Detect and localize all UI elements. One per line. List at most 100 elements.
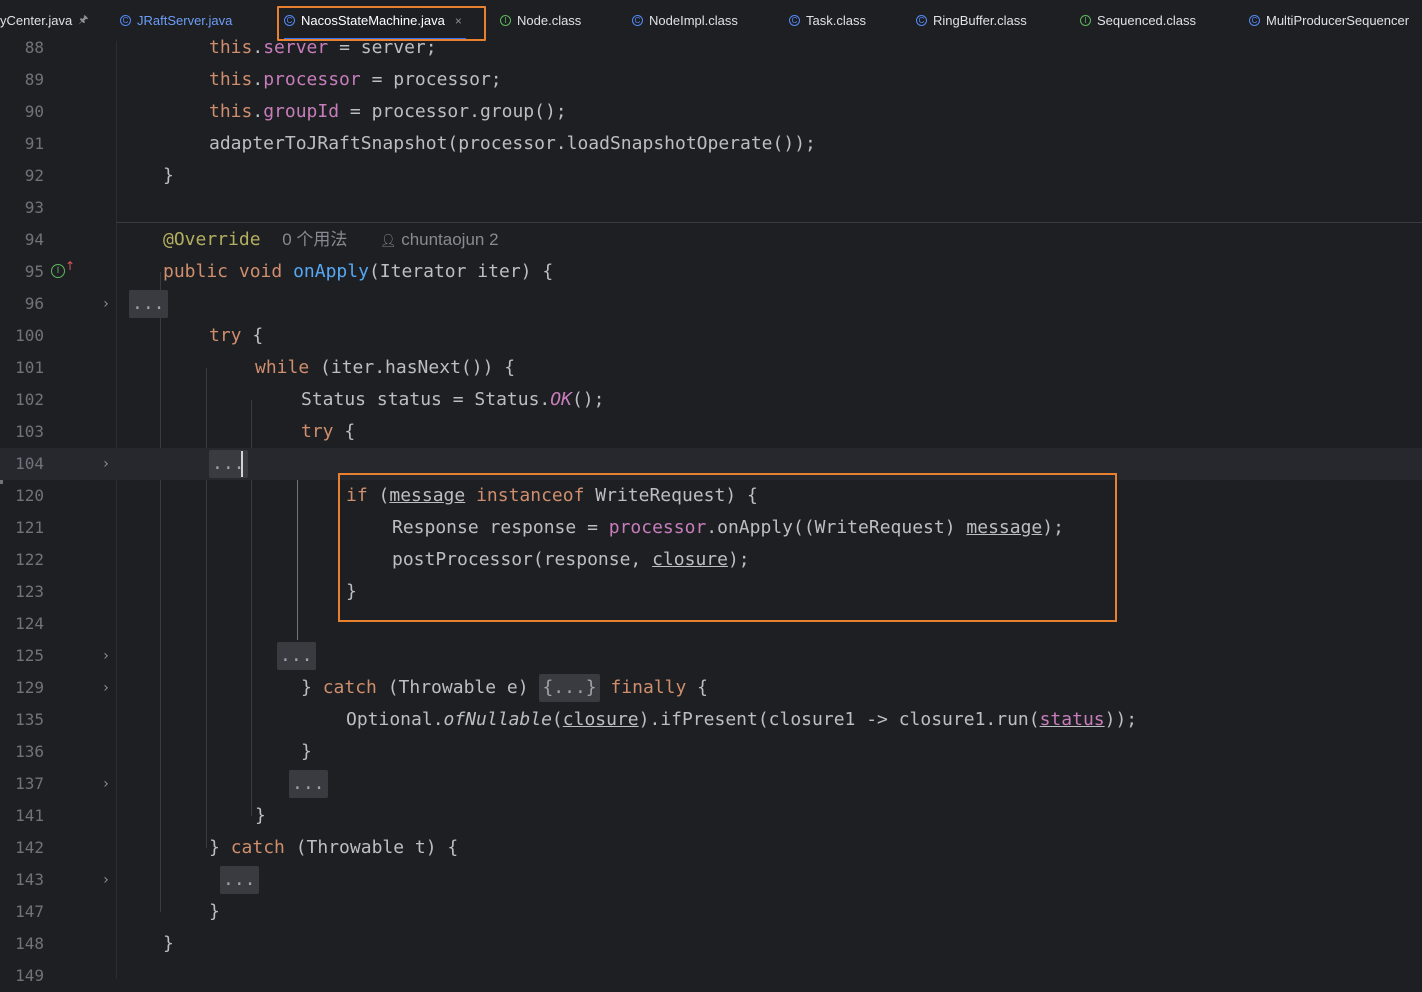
keyword: while	[255, 357, 310, 378]
author-hint[interactable]: 👤︎ chuntaojun 2	[380, 230, 499, 249]
class-icon: C	[789, 15, 800, 26]
interface-icon: I	[500, 15, 511, 26]
tab-label: NacosStateMachine.java	[301, 13, 445, 28]
static-field: OK	[550, 389, 572, 410]
code-text: @Override 0 个用法 👤︎ chuntaojun 2	[163, 224, 499, 256]
code-text: Optional.ofNullable(closure).ifPresent(c…	[346, 704, 1137, 736]
line-number: 89	[24, 70, 44, 89]
code-line: 92 }	[0, 160, 1422, 192]
line-number: 142	[15, 838, 44, 857]
code-fragment: (	[551, 709, 563, 730]
usages-hint[interactable]: 0 个用法	[282, 230, 347, 249]
line-number: 90	[24, 102, 44, 121]
code-text: } catch (Throwable t) {	[209, 832, 458, 864]
code-fragment: ));	[1104, 709, 1138, 730]
code-line: 100 try {	[0, 320, 1422, 352]
code-line: 90 this.groupId = processor.group();	[0, 96, 1422, 128]
keyword: public	[163, 261, 229, 282]
keyword: if	[346, 485, 368, 506]
fold-placeholder[interactable]: ...	[277, 642, 316, 670]
tab-label: Sequenced.class	[1097, 13, 1197, 28]
class-icon: C	[1249, 15, 1260, 26]
class-icon: C	[916, 15, 927, 26]
field: processor	[263, 69, 361, 90]
code-line: 101 while (iter.hasNext()) {	[0, 352, 1422, 384]
fold-placeholder[interactable]: ...	[129, 290, 168, 318]
line-number: 94	[24, 230, 44, 249]
code-text: ...	[220, 864, 259, 896]
tab-label: NodeImpl.class	[649, 13, 738, 28]
code-text: ...	[289, 768, 328, 800]
code-fragment: (iter.hasNext()) {	[309, 357, 516, 378]
code-text: ...	[277, 640, 316, 672]
code-line: 137 › ...	[0, 768, 1422, 800]
fold-placeholder[interactable]: ...	[289, 770, 328, 798]
close-icon[interactable]: ×	[455, 14, 462, 28]
line-number: 121	[15, 518, 44, 537]
line-number: 93	[24, 198, 44, 217]
fold-placeholder[interactable]: ...	[220, 866, 259, 894]
code-text: this.processor = processor;	[209, 69, 502, 90]
code-text: this.groupId = processor.group();	[209, 101, 567, 122]
line-number: 136	[15, 742, 44, 761]
code-text: adapterToJRaftSnapshot(processor.loadSna…	[209, 133, 816, 154]
code-fragment: postProcessor(response,	[392, 549, 653, 570]
line-number: 124	[15, 614, 44, 633]
line-number: 125	[15, 646, 44, 665]
chevron-right-icon[interactable]: ›	[100, 768, 112, 800]
code-text: }	[163, 933, 174, 954]
line-number: 149	[15, 966, 44, 985]
code-line: 124	[0, 608, 1422, 640]
code-text: }	[163, 165, 174, 186]
line-number: 100	[15, 326, 44, 345]
code-text: if (message instanceof WriteRequest) {	[346, 480, 758, 512]
code-line: 93	[0, 192, 1422, 224]
keyword: catch	[230, 837, 285, 858]
code-fragment: (Iterator iter) {	[368, 261, 554, 282]
chevron-right-icon[interactable]: ›	[100, 448, 112, 480]
code-fragment: {	[333, 421, 356, 442]
code-text: }	[255, 805, 266, 826]
tab-label: Task.class	[806, 13, 866, 28]
code-fragment: Status status = Status.	[301, 389, 551, 410]
line-number: 122	[15, 550, 44, 569]
keyword: try	[209, 325, 242, 346]
line-number: 120	[15, 486, 44, 505]
variable: closure	[652, 549, 728, 570]
fold-placeholder[interactable]: {...}	[539, 674, 600, 702]
line-number: 143	[15, 870, 44, 889]
code-text: }	[346, 581, 357, 602]
pin-icon[interactable]: 🖈	[78, 11, 88, 30]
code-line: 129 › } catch (Throwable e) {...} finall…	[0, 672, 1422, 704]
code-editor[interactable]: 88 this.server = server; 89 this.process…	[0, 37, 1422, 985]
implements-method-icon[interactable]: I	[51, 264, 65, 278]
code-line-current: 104 › ...	[0, 448, 1422, 480]
chevron-right-icon[interactable]: ›	[100, 640, 112, 672]
code-fragment: = server;	[328, 37, 437, 58]
line-number: 129	[15, 678, 44, 697]
code-line: 95 I ↑ public void onApply(Iterator iter…	[0, 256, 1422, 288]
chevron-right-icon[interactable]: ›	[100, 672, 112, 704]
variable: closure	[562, 709, 639, 730]
code-text: try {	[209, 320, 263, 352]
static-method: ofNullable	[443, 709, 552, 730]
class-icon: C	[284, 15, 295, 26]
arrow-up-icon[interactable]: ↑	[65, 259, 75, 273]
code-line: 122 postProcessor(response, closure);	[0, 544, 1422, 576]
chevron-right-icon[interactable]: ›	[100, 288, 112, 320]
keyword: finally	[610, 677, 687, 698]
class-icon: C	[632, 15, 643, 26]
keyword: try	[301, 421, 334, 442]
user-icon: 👤︎	[379, 233, 397, 248]
chevron-right-icon[interactable]: ›	[100, 864, 112, 896]
variable: message	[389, 485, 466, 506]
code-line: 142 } catch (Throwable t) {	[0, 832, 1422, 864]
code-fragment: (	[367, 485, 390, 506]
code-fragment: (Throwable t) {	[284, 837, 459, 858]
code-line: 120 if (message instanceof WriteRequest)…	[0, 480, 1422, 512]
line-number: 123	[15, 582, 44, 601]
code-fragment: }	[301, 677, 323, 698]
text-caret	[241, 451, 243, 477]
keyword: void	[238, 261, 283, 282]
variable: message	[966, 517, 1043, 538]
